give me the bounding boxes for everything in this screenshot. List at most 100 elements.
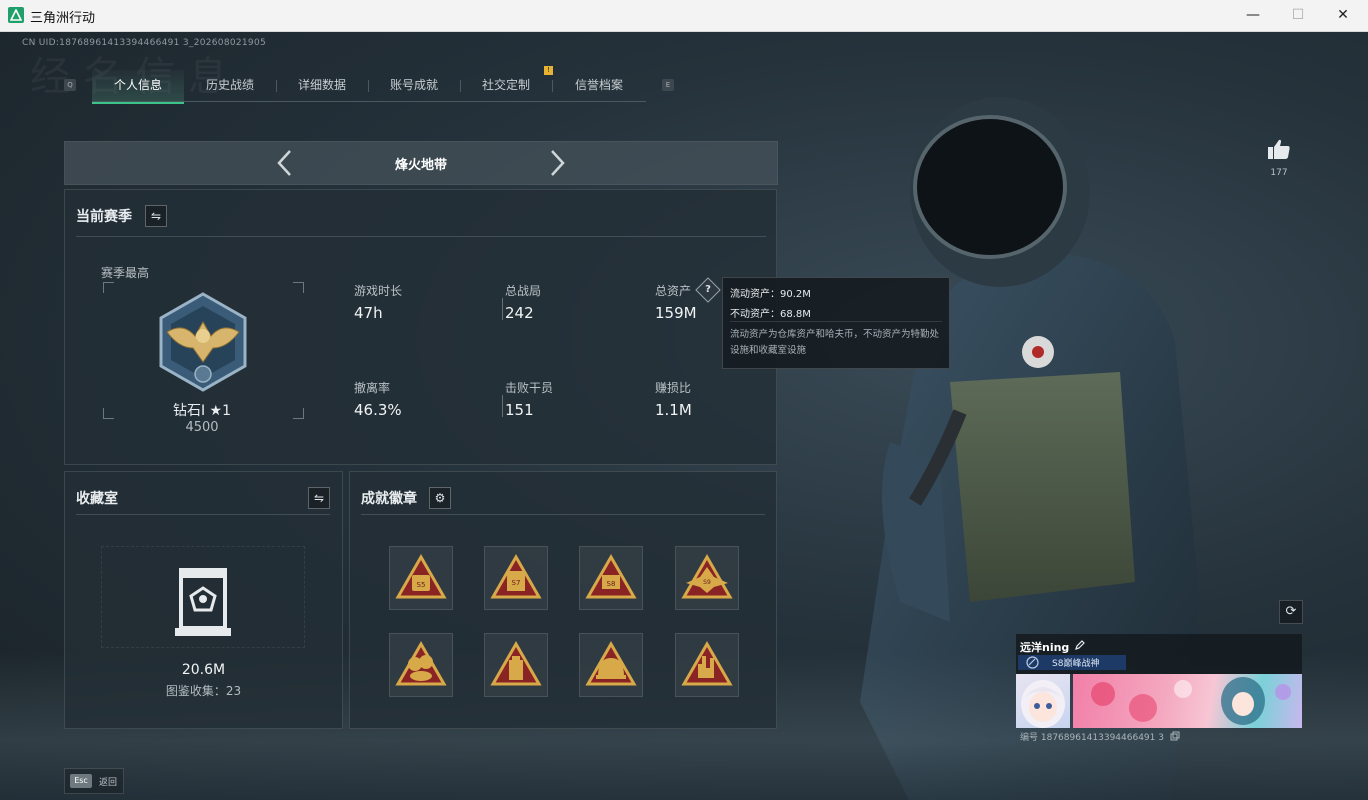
achievement-badges-panel: 成就徽章 ⚙ S5 S7 S8 S9: [349, 471, 777, 729]
achievement-badge[interactable]: S5: [389, 546, 453, 610]
player-card-header: 远洋ning S8巅峰战神: [1016, 634, 1302, 674]
tab-personal-info[interactable]: 个人信息: [92, 70, 184, 104]
tooltip-liquid-assets: 流动资产：90.2M: [730, 289, 811, 300]
player-avatar[interactable]: [1016, 674, 1070, 728]
assets-tooltip: 流动资产：90.2M 不动资产：68.8M 流动资产为仓库资产和哈夫币，不动资产…: [722, 277, 950, 369]
help-question-icon[interactable]: ?: [695, 277, 721, 303]
app-logo-icon: [8, 7, 24, 23]
stat-kills-value: 151: [505, 401, 534, 419]
collection-showcase-icon[interactable]: [173, 566, 233, 638]
svg-text:S9: S9: [703, 579, 711, 586]
svg-text:S8: S8: [607, 580, 616, 588]
copy-icon[interactable]: [1170, 731, 1180, 741]
badge-medal-cluster-icon: [395, 640, 447, 686]
like-widget[interactable]: 177: [1264, 138, 1294, 178]
game-viewport: 经 名 信 息 CN UID:18768961413394466491 3_20…: [0, 32, 1368, 800]
tab-history[interactable]: 历史战绩: [184, 70, 276, 102]
tooltip-fixed-assets: 不动资产：68.8M: [730, 309, 811, 320]
current-season-panel: 当前赛季 ⇋ 赛季最高 钻石I ★1 4500 游戏时长 47h 总战局 242…: [64, 189, 777, 465]
rank-diamond-emblem-icon: [159, 292, 247, 392]
svg-text:S7: S7: [512, 579, 521, 587]
rank-name: 钻石I ★1: [172, 403, 232, 419]
collection-room-panel: 收藏室 ⇋ 20.6M 图鉴收集：23: [64, 471, 343, 729]
current-season-title: 当前赛季: [76, 209, 132, 225]
tab-detailed-data[interactable]: 详细数据: [276, 70, 368, 102]
badge-s5-icon: S5: [395, 553, 447, 599]
mode-selector: 烽火地带: [64, 141, 778, 185]
uid-text: CN UID:18768961413394466491 3_2026080219…: [22, 38, 267, 48]
tab-reputation[interactable]: 信誉档案: [552, 70, 646, 102]
switch-collection-icon[interactable]: ⇋: [308, 487, 330, 509]
panel-divider: [76, 514, 330, 515]
tab-bar: Q 个人信息 历史战绩 详细数据 账号成就 社交定制 ! 信誉档案 E: [60, 66, 680, 104]
player-card: 远洋ning S8巅峰战神 编号 18768961413394466491 3: [1016, 634, 1302, 744]
stat-total-assets-value: 159M: [655, 304, 697, 322]
tab-social[interactable]: 社交定制: [460, 70, 552, 102]
panel-divider: [361, 514, 765, 515]
badge-s9-wings-icon: S9: [681, 553, 733, 599]
stat-total-matches-label: 总战局: [505, 284, 542, 298]
achievement-badge[interactable]: [389, 633, 453, 697]
achievement-badge[interactable]: [484, 633, 548, 697]
season-best-label: 赛季最高: [101, 266, 150, 280]
achievement-badge[interactable]: [675, 633, 739, 697]
tooltip-divider: [730, 321, 942, 322]
minimize-button[interactable]: —: [1230, 0, 1276, 31]
player-id: 编号 18768961413394466491 3: [1020, 733, 1164, 743]
stat-profit-ratio-label: 赚损比: [655, 381, 692, 395]
title-emblem-icon: [1026, 656, 1039, 669]
refresh-icon[interactable]: ⟳: [1279, 600, 1303, 624]
like-count: 177: [1270, 168, 1288, 178]
close-button[interactable]: ✕: [1320, 0, 1366, 31]
collection-title: 收藏室: [76, 491, 118, 507]
badge-hand-gesture-icon: [681, 640, 733, 686]
mode-title: 烽火地带: [394, 158, 447, 173]
badge-crate-icon: [490, 640, 542, 686]
tooltip-description: 流动资产为仓库资产和哈夫币，不动资产为特勤处设施和收藏室设施: [730, 329, 940, 356]
stat-extract-rate-label: 撤离率: [354, 381, 391, 395]
collection-value: 20.6M: [181, 662, 226, 678]
frame-corner: [103, 282, 114, 293]
collection-count: 图鉴收集：23: [165, 684, 242, 698]
window-titlebar: 三角洲行动 — ☐ ✕: [0, 0, 1368, 32]
svg-text:S5: S5: [417, 581, 426, 589]
next-mode-arrow-icon[interactable]: [545, 148, 569, 178]
stat-profit-ratio-value: 1.1M: [655, 401, 692, 419]
thumbs-up-icon[interactable]: [1267, 138, 1291, 160]
player-name: 远洋ning: [1020, 641, 1070, 654]
back-button[interactable]: Esc 返回: [64, 768, 124, 794]
badge-s7-icon: S7: [490, 553, 542, 599]
achievement-badge[interactable]: S7: [484, 546, 548, 610]
stat-total-assets-label: 总资产: [655, 284, 692, 298]
badges-title: 成就徽章: [361, 491, 417, 507]
stat-divider: [502, 298, 503, 320]
achievement-badge[interactable]: S9: [675, 546, 739, 610]
avatar-anime-girl-image: [1021, 680, 1065, 728]
panel-divider: [76, 236, 766, 237]
badges-settings-gear-icon[interactable]: ⚙: [429, 487, 451, 509]
edit-pencil-icon[interactable]: [1074, 639, 1086, 651]
stat-divider: [502, 395, 503, 417]
tab-underline: [92, 101, 646, 102]
player-title: S8巅峰战神: [1052, 659, 1100, 669]
badge-helmet-icon: [585, 640, 637, 686]
esc-key: Esc: [70, 774, 92, 788]
tab-left-key[interactable]: Q: [64, 79, 76, 91]
player-banner-image: [1073, 674, 1302, 728]
stat-playtime-label: 游戏时长: [354, 284, 403, 298]
stat-kills-label: 击败干员: [505, 381, 554, 395]
frame-corner: [293, 282, 304, 293]
stat-extract-rate-value: 46.3%: [354, 401, 402, 419]
stat-total-matches-value: 242: [505, 304, 534, 322]
stat-playtime-value: 47h: [354, 304, 383, 322]
achievement-badge[interactable]: S8: [579, 546, 643, 610]
switch-season-icon[interactable]: ⇋: [145, 205, 167, 227]
window-title: 三角洲行动: [30, 11, 96, 26]
achievement-badge[interactable]: [579, 633, 643, 697]
frame-corner: [103, 408, 114, 419]
rank-score: 4500: [185, 420, 219, 435]
back-label: 返回: [99, 778, 118, 788]
maximize-button[interactable]: ☐: [1275, 0, 1321, 31]
tab-achievements[interactable]: 账号成就: [368, 70, 460, 102]
tab-right-key[interactable]: E: [662, 79, 674, 91]
